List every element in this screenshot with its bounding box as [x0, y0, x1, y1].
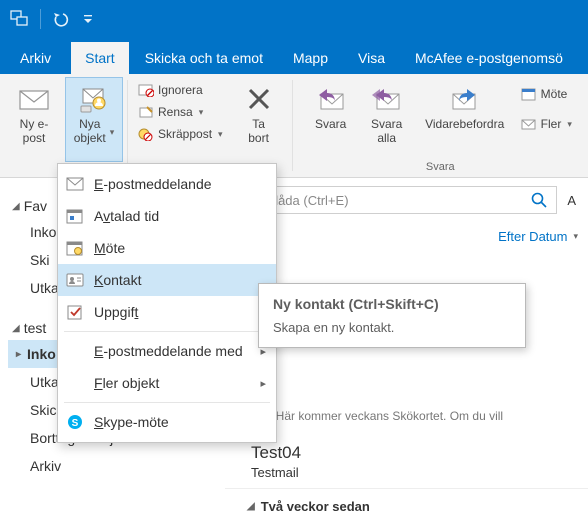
forward-label: Vidarebefordra: [425, 118, 504, 132]
tab-start[interactable]: Start: [71, 42, 129, 74]
more-icon: [521, 116, 537, 132]
menu-appointment-label: Avtalad tid: [94, 208, 159, 224]
menu-contact[interactable]: Kontakt: [58, 264, 276, 296]
reply-label: Svara: [315, 118, 346, 132]
menu-task-label: Uppgift: [94, 304, 138, 320]
delete-button[interactable]: Ta bort: [231, 78, 287, 173]
junk-icon: [138, 126, 154, 142]
email-icon: [66, 175, 84, 193]
calendar-icon: [521, 86, 537, 102]
tooltip-body: Skapa en ny kontakt.: [273, 320, 511, 335]
delete-label: Ta bort: [248, 118, 269, 146]
ribbon-tabs: Arkiv Start Skicka och ta emot Mapp Visa…: [0, 38, 588, 74]
tooltip-title: Ny kontakt (Ctrl+Skift+C): [273, 296, 511, 312]
menu-appointment[interactable]: Avtalad tid: [58, 200, 276, 232]
forward-icon: [448, 82, 482, 116]
message-from: 4: [251, 370, 578, 390]
ignore-icon: [138, 82, 154, 98]
menu-separator: [64, 331, 270, 332]
delete-icon: [242, 82, 276, 116]
new-items-icon: [77, 82, 111, 116]
clean-label: Rensa: [158, 105, 193, 119]
forward-button[interactable]: Vidarebefordra: [417, 78, 513, 161]
menu-email-label: E-postmeddelande: [94, 176, 212, 192]
new-email-button[interactable]: Ny e- post: [6, 78, 62, 161]
meeting-icon: [66, 239, 84, 257]
more-label: Fler: [541, 117, 562, 131]
expand-icon: ▸: [16, 349, 21, 360]
reply-button[interactable]: Svara: [305, 78, 357, 161]
undo-icon[interactable]: [49, 7, 73, 31]
message-item[interactable]: Test04 Testmail: [225, 437, 588, 488]
menu-more-items-label: Fler objekt: [94, 375, 159, 391]
new-email-label: Ny e- post: [20, 118, 49, 146]
task-icon: [66, 303, 84, 321]
message-from: Test04: [251, 443, 578, 463]
menu-more-items[interactable]: Fler objekt ▸: [58, 367, 276, 399]
menu-meeting[interactable]: Möte: [58, 232, 276, 264]
collapse-icon: ◢: [12, 323, 20, 334]
tab-folder[interactable]: Mapp: [279, 42, 342, 74]
sort-button[interactable]: Efter Datum▾: [498, 228, 578, 244]
chevron-down-icon: ▾: [573, 231, 578, 242]
date-group-header[interactable]: ◢ Två veckor sedan: [225, 488, 588, 518]
contact-icon: [66, 271, 84, 289]
ignore-button[interactable]: Ignorera: [134, 80, 227, 100]
junk-label: Skräppost: [158, 127, 212, 141]
title-bar: [0, 0, 588, 38]
menu-email-using[interactable]: E-postmeddelande med ▸: [58, 335, 276, 367]
envelope-icon: [17, 82, 51, 116]
collapse-icon: ◢: [12, 201, 20, 212]
menu-skype-label: Skype-möte: [94, 414, 169, 430]
window-icon: [8, 7, 32, 31]
collapse-icon: ◢: [247, 501, 255, 512]
reply-all-icon: [370, 82, 404, 116]
tab-file[interactable]: Arkiv: [6, 42, 69, 74]
qat-customize-icon[interactable]: [81, 7, 95, 31]
meeting-label: Möte: [541, 87, 568, 101]
ignore-label: Ignorera: [158, 83, 203, 97]
junk-button[interactable]: Skräppost▾: [134, 124, 227, 144]
menu-task[interactable]: Uppgift: [58, 296, 276, 328]
new-items-menu: E-postmeddelande Avtalad tid Möte Kontak…: [57, 163, 277, 443]
new-items-button[interactable]: Nya objekt▾: [66, 78, 122, 161]
skype-icon: S: [66, 413, 84, 431]
menu-meeting-label: Möte: [94, 240, 125, 256]
message-item[interactable]: 4 et Hej, Här kommer veckans Skökortet. …: [225, 364, 588, 431]
message-subject: et: [251, 392, 578, 407]
svg-text:S: S: [72, 418, 79, 429]
ribbon-group-new: Ny e- post Nya objekt▾: [0, 74, 128, 177]
qat-divider: [40, 9, 41, 29]
tab-mcafee[interactable]: McAfee e-postgenomsö: [401, 42, 577, 74]
group-respond-label: Svara: [426, 161, 455, 175]
menu-email[interactable]: E-postmeddelande: [58, 168, 276, 200]
reply-icon: [314, 82, 348, 116]
appointment-icon: [66, 207, 84, 225]
message-subject: Testmail: [251, 465, 578, 480]
menu-email-using-label: E-postmeddelande med: [94, 343, 243, 359]
tooltip: Ny kontakt (Ctrl+Skift+C) Skapa en ny ko…: [258, 283, 526, 348]
message-preview: Hej, Här kommer veckans Skökortet. Om du…: [251, 409, 578, 423]
tab-view[interactable]: Visa: [344, 42, 399, 74]
menu-skype-meeting[interactable]: S Skype-möte: [58, 406, 276, 438]
clean-icon: [138, 104, 154, 120]
clean-button[interactable]: Rensa▾: [134, 102, 227, 122]
ribbon-group-delete: Ignorera Rensa▾ Skräppost▾ Ta bort: [128, 74, 293, 177]
reply-all-label: Svara alla: [371, 118, 402, 146]
menu-contact-label: Kontakt: [94, 272, 141, 288]
menu-separator: [64, 402, 270, 403]
tab-send-receive[interactable]: Skicka och ta emot: [131, 42, 277, 74]
right-pane-label: A: [563, 193, 580, 208]
reply-all-button[interactable]: Svara alla: [361, 78, 413, 161]
search-icon[interactable]: [530, 191, 548, 209]
nav-archive[interactable]: Arkiv: [8, 452, 215, 480]
meeting-button[interactable]: Möte: [517, 84, 576, 104]
submenu-arrow-icon: ▸: [260, 377, 266, 390]
ribbon-group-respond: Svara Svara alla Vidarebefordra Möte Fle…: [293, 74, 588, 177]
new-items-label: Nya objekt▾: [74, 118, 115, 146]
more-respond-button[interactable]: Fler▾: [517, 114, 576, 134]
